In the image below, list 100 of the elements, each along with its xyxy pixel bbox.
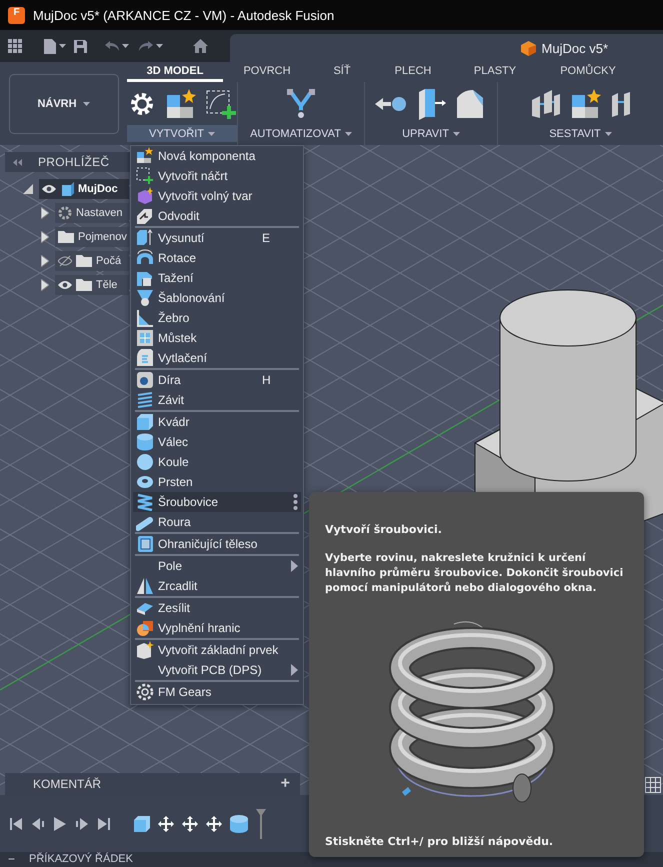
- menu-item[interactable]: Tažení: [133, 268, 301, 288]
- menu-item[interactable]: Prsten: [133, 472, 301, 492]
- tool-group-dropdown[interactable]: UPRAVIT: [365, 125, 497, 142]
- browser-node[interactable]: MujDoc: [39, 179, 129, 199]
- menu-item[interactable]: Závit: [133, 390, 301, 410]
- caret-icon: [156, 44, 163, 48]
- menu-item[interactable]: Vytvořit náčrt: [133, 166, 301, 186]
- browser-title: PROHLÍŽEČ: [38, 155, 110, 169]
- collapse-icon[interactable]: [13, 158, 22, 166]
- thread-icon: [136, 391, 154, 409]
- menu-item[interactable]: Odvodit: [133, 206, 301, 226]
- menu-item[interactable]: Roura: [133, 512, 301, 532]
- menu-item[interactable]: Šablonování: [133, 288, 301, 308]
- new-component-icon[interactable]: [165, 88, 197, 118]
- caret-icon: [122, 44, 129, 48]
- ribbon-tab[interactable]: POMŮCKY: [537, 62, 639, 82]
- cylinder-icon: [136, 433, 154, 451]
- sweep-icon: [136, 269, 154, 287]
- eye-icon[interactable]: [42, 184, 56, 194]
- loft-icon: [136, 289, 154, 307]
- grid-icon[interactable]: [645, 777, 661, 793]
- menu-item[interactable]: Pole: [133, 556, 301, 576]
- browser-node[interactable]: Počá: [55, 251, 129, 271]
- joint-icon[interactable]: [530, 88, 562, 120]
- new-component-icon: [136, 147, 154, 165]
- document-tab[interactable]: MujDoc v5*: [230, 34, 663, 62]
- menu-item[interactable]: Ohraničující těleso: [133, 534, 301, 554]
- apps-grid-icon[interactable]: [8, 39, 22, 53]
- menu-item[interactable]: Vytlačení: [133, 348, 301, 368]
- menu-item[interactable]: Můstek: [133, 328, 301, 348]
- shortcut-key: E: [262, 231, 298, 245]
- collapse-button[interactable]: −: [8, 853, 16, 866]
- cylinder-feature-icon[interactable]: [230, 814, 248, 832]
- browser-node[interactable]: Pojmenov: [55, 227, 129, 247]
- coil-icon: [136, 493, 154, 511]
- move-icon[interactable]: [206, 816, 222, 832]
- menu-item[interactable]: Vytvořit základní prvek: [133, 640, 301, 660]
- ribbon-tab[interactable]: SÍŤ: [311, 62, 373, 82]
- create-sketch-icon[interactable]: [205, 88, 237, 118]
- caret-icon: [59, 44, 66, 48]
- collapsed-triangle-icon[interactable]: [41, 231, 49, 243]
- ribbon-tab[interactable]: 3D MODEL: [127, 62, 223, 82]
- browser-node[interactable]: Nastaven: [55, 203, 129, 223]
- next-step-icon[interactable]: [76, 818, 88, 830]
- move-icon[interactable]: [158, 816, 174, 832]
- menu-item[interactable]: Vysunutí E: [133, 228, 301, 248]
- workspace-dropdown[interactable]: NÁVRH: [8, 74, 118, 134]
- menu-item[interactable]: Vytvořit PCB (DPS): [133, 660, 301, 680]
- command-line-title: PŘÍKAZOVÝ ŘÁDEK: [29, 853, 133, 866]
- redo-button[interactable]: [137, 39, 165, 53]
- add-comment-button[interactable]: +: [280, 775, 290, 793]
- form-icon: [136, 187, 154, 205]
- node-label: Počá: [96, 255, 122, 267]
- play-icon[interactable]: [54, 816, 66, 830]
- menu-item[interactable]: Šroubovice: [133, 492, 301, 512]
- first-frame-icon[interactable]: [10, 818, 22, 830]
- last-frame-icon[interactable]: [98, 818, 110, 830]
- emboss-icon: [136, 349, 154, 367]
- collapsed-triangle-icon[interactable]: [41, 255, 49, 267]
- menu-item[interactable]: Vyplnění hranic: [133, 618, 301, 638]
- eye-hidden-icon[interactable]: [58, 255, 72, 267]
- ribbon-tab[interactable]: PLASTY: [453, 62, 537, 82]
- menu-item[interactable]: Vytvořit volný tvar: [133, 186, 301, 206]
- hole-icon: [136, 371, 154, 389]
- redo-icon: [139, 41, 153, 51]
- new-component-icon[interactable]: [570, 88, 602, 118]
- eye-icon[interactable]: [58, 280, 72, 290]
- save-icon[interactable]: [74, 40, 87, 52]
- tool-group-dropdown[interactable]: VYTVOŘIT: [127, 125, 237, 142]
- collapsed-triangle-icon[interactable]: [41, 207, 49, 219]
- ribbon-tab[interactable]: PLECH: [373, 62, 453, 82]
- expanded-triangle-icon[interactable]: [23, 184, 33, 194]
- menu-item[interactable]: Nová komponenta: [133, 146, 301, 166]
- previous-step-icon[interactable]: [32, 818, 44, 830]
- tool-group-dropdown[interactable]: AUTOMATIZOVAT: [238, 125, 364, 142]
- sphere-icon: [136, 453, 154, 471]
- menu-item[interactable]: Žebro: [133, 308, 301, 328]
- tool-group-dropdown[interactable]: SESTAVIT: [498, 125, 663, 142]
- box-feature-icon[interactable]: [134, 816, 150, 832]
- home-icon[interactable]: [193, 39, 208, 53]
- menu-item[interactable]: Kvádr: [133, 412, 301, 432]
- more-options-icon[interactable]: [293, 493, 298, 511]
- branch-icon[interactable]: [284, 88, 318, 120]
- undo-button[interactable]: [103, 39, 131, 53]
- menu-item[interactable]: FM Gears: [133, 682, 301, 702]
- cube-icon: [520, 40, 536, 56]
- browser-node[interactable]: Těle: [55, 275, 129, 295]
- ribbon-tab[interactable]: POVRCH: [223, 62, 311, 82]
- menu-item[interactable]: Zrcadlit: [133, 576, 301, 596]
- timeline-marker-icon[interactable]: [256, 808, 266, 838]
- move-icon[interactable]: [182, 816, 198, 832]
- collapsed-triangle-icon[interactable]: [41, 279, 49, 291]
- gear-icon: [136, 683, 154, 701]
- menu-item[interactable]: Válec: [133, 432, 301, 452]
- menu-item[interactable]: Koule: [133, 452, 301, 472]
- caret-icon: [208, 132, 215, 136]
- menu-item[interactable]: Rotace: [133, 248, 301, 268]
- menu-item[interactable]: Zesílit: [133, 598, 301, 618]
- menu-item[interactable]: Díra H: [133, 370, 301, 390]
- file-menu-button[interactable]: [42, 36, 68, 56]
